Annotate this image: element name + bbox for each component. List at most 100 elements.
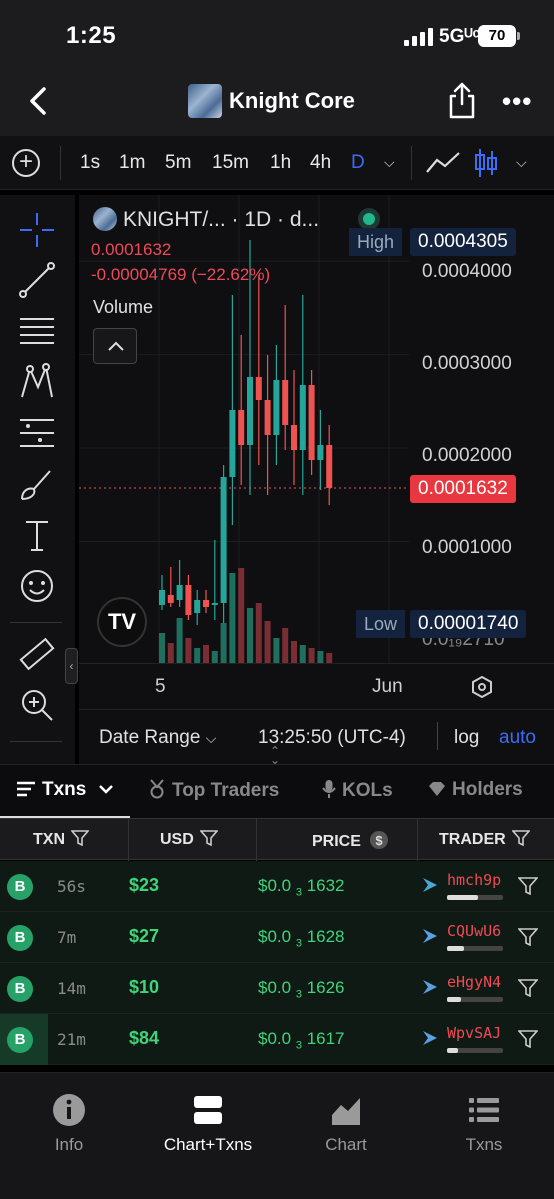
ruler-icon[interactable]	[18, 635, 56, 673]
token-title: Knight Core	[229, 88, 355, 113]
more-icon[interactable]: •••	[502, 86, 532, 117]
signal-icon	[404, 28, 434, 46]
candle-body	[185, 585, 192, 615]
fib-retracement-icon[interactable]	[18, 312, 56, 350]
filter-icon	[71, 830, 89, 846]
tradingview-logo[interactable]: TV	[97, 597, 147, 647]
live-indicator-icon	[358, 208, 380, 230]
collapse-tools-handle[interactable]: ‹	[65, 648, 78, 684]
wallet-source-icon	[423, 980, 437, 994]
nav-chart-txns[interactable]: Chart+Txns	[148, 1093, 268, 1155]
table-row[interactable]: B 7m $27 $0.0 3 1628 CQUwU6	[0, 912, 554, 963]
column-header-trader[interactable]: TRADER	[439, 830, 530, 849]
tab-holders[interactable]: Holders	[428, 779, 523, 801]
diamond-icon	[429, 782, 445, 796]
nav-txns[interactable]: Txns	[424, 1093, 544, 1155]
tab-top-traders[interactable]: Top Traders	[148, 779, 279, 802]
date-range-button[interactable]: Date Range ⌵	[99, 727, 216, 749]
volume-bar	[238, 568, 245, 663]
filter-icon[interactable]	[518, 928, 538, 946]
area-chart-icon	[332, 1098, 360, 1125]
tab-txns[interactable]: Txns	[16, 779, 114, 801]
auto-scale-toggle[interactable]: auto	[499, 727, 536, 749]
chevron-down-icon[interactable]: ⌵	[516, 154, 527, 171]
timeframe-1h[interactable]: 1h	[270, 152, 291, 174]
trend-line-icon[interactable]	[18, 261, 56, 299]
tab-kols[interactable]: KOLs	[322, 779, 393, 802]
clock-label: 13:25:50 (UTC-4)	[258, 727, 406, 748]
token-logo	[93, 207, 117, 231]
divider	[10, 622, 62, 623]
timeframe-15m[interactable]: 15m	[212, 152, 249, 174]
divider	[437, 722, 438, 750]
volume-bar	[291, 641, 297, 663]
column-header-txn[interactable]: TXN	[33, 830, 89, 849]
tab-label: Txns	[42, 779, 87, 800]
text-icon[interactable]	[18, 516, 56, 554]
emoji-icon[interactable]	[18, 567, 56, 605]
buy-badge: B	[7, 976, 33, 1002]
prediction-icon[interactable]	[18, 414, 56, 452]
txn-age: 7m	[57, 928, 77, 947]
bottom-nav: Info Chart+Txns Chart Txns	[0, 1072, 554, 1199]
table-row[interactable]: B 56s $23 $0.0 3 1632 hmch9p	[0, 861, 554, 912]
x-axis[interactable]: 5 Jun	[79, 663, 554, 709]
line-chart-icon[interactable]	[425, 150, 461, 176]
table-row[interactable]: B 21m $84 $0.0 3 1617 WpvSAJ	[0, 1014, 554, 1065]
status-bar: 1:25 5Gᵁᶜ 70	[0, 0, 554, 74]
filter-icon[interactable]	[518, 979, 538, 997]
txn-usd: $23	[129, 875, 160, 895]
volume-bar	[203, 645, 209, 663]
candlestick-icon[interactable]	[474, 147, 498, 179]
status-time: 1:25	[66, 22, 117, 49]
candle-body	[308, 385, 315, 460]
trader-address[interactable]: WpvSAJ	[447, 1024, 501, 1042]
chevron-down-icon[interactable]: ⌵	[384, 154, 395, 171]
timeframe-1m[interactable]: 1m	[119, 152, 145, 174]
column-header-usd[interactable]: USD	[160, 830, 218, 849]
filter-icon[interactable]	[518, 877, 538, 895]
header-label: TXN	[33, 831, 65, 848]
txn-price: $0.0 3 1632	[258, 876, 345, 898]
back-icon[interactable]	[24, 86, 54, 116]
volume-bar	[282, 628, 289, 663]
volume-toggle-button[interactable]	[93, 328, 137, 364]
candle-body	[291, 425, 297, 450]
trader-address[interactable]: hmch9p	[447, 871, 501, 889]
pattern-icon[interactable]	[18, 363, 56, 401]
candle-body	[238, 410, 245, 445]
filter-icon[interactable]	[518, 1030, 538, 1048]
divider	[10, 741, 62, 742]
resize-handle-icon[interactable]: ⌃ ⌄	[270, 745, 280, 766]
crosshair-icon[interactable]	[18, 211, 56, 249]
trader-address[interactable]: eHgyN4	[447, 973, 501, 991]
volume-bar	[211, 651, 218, 663]
add-indicator-icon[interactable]: +	[12, 149, 40, 177]
timeframe-1s[interactable]: 1s	[80, 152, 100, 174]
nav-label: Info	[54, 1135, 84, 1154]
list-icon	[17, 781, 35, 797]
column-header-price[interactable]: PRICE $	[312, 830, 389, 851]
timeframe-d[interactable]: D	[351, 152, 365, 174]
y-tick-label: 0.0004000	[422, 261, 512, 282]
price-zero-count: 3	[295, 937, 302, 950]
brush-icon[interactable]	[18, 465, 56, 503]
low-label: Low	[356, 610, 406, 638]
zoom-in-icon[interactable]	[18, 686, 56, 724]
price-chart[interactable]: KNIGHT/... · 1D · d... 0.0001632 -0.0000…	[79, 195, 554, 663]
volume-bar	[255, 603, 262, 663]
timeframe-4h[interactable]: 4h	[310, 152, 331, 174]
share-icon[interactable]	[447, 82, 477, 120]
tab-label: Holders	[452, 779, 523, 800]
data-tabs: Txns Top Traders KOLs Holders	[0, 764, 554, 819]
table-row[interactable]: B 14m $10 $0.0 3 1626 eHgyN4	[0, 963, 554, 1014]
trader-address[interactable]: CQUwU6	[447, 922, 501, 940]
network-label: 5Gᵁᶜ	[439, 26, 480, 47]
trader-balance-bar	[447, 997, 503, 1002]
nav-chart[interactable]: Chart	[286, 1093, 406, 1155]
divider	[417, 819, 418, 861]
nav-info[interactable]: Info	[9, 1093, 129, 1155]
timeframe-5m[interactable]: 5m	[165, 152, 191, 174]
log-scale-toggle[interactable]: log	[454, 727, 479, 749]
settings-hex-icon[interactable]	[471, 676, 493, 698]
